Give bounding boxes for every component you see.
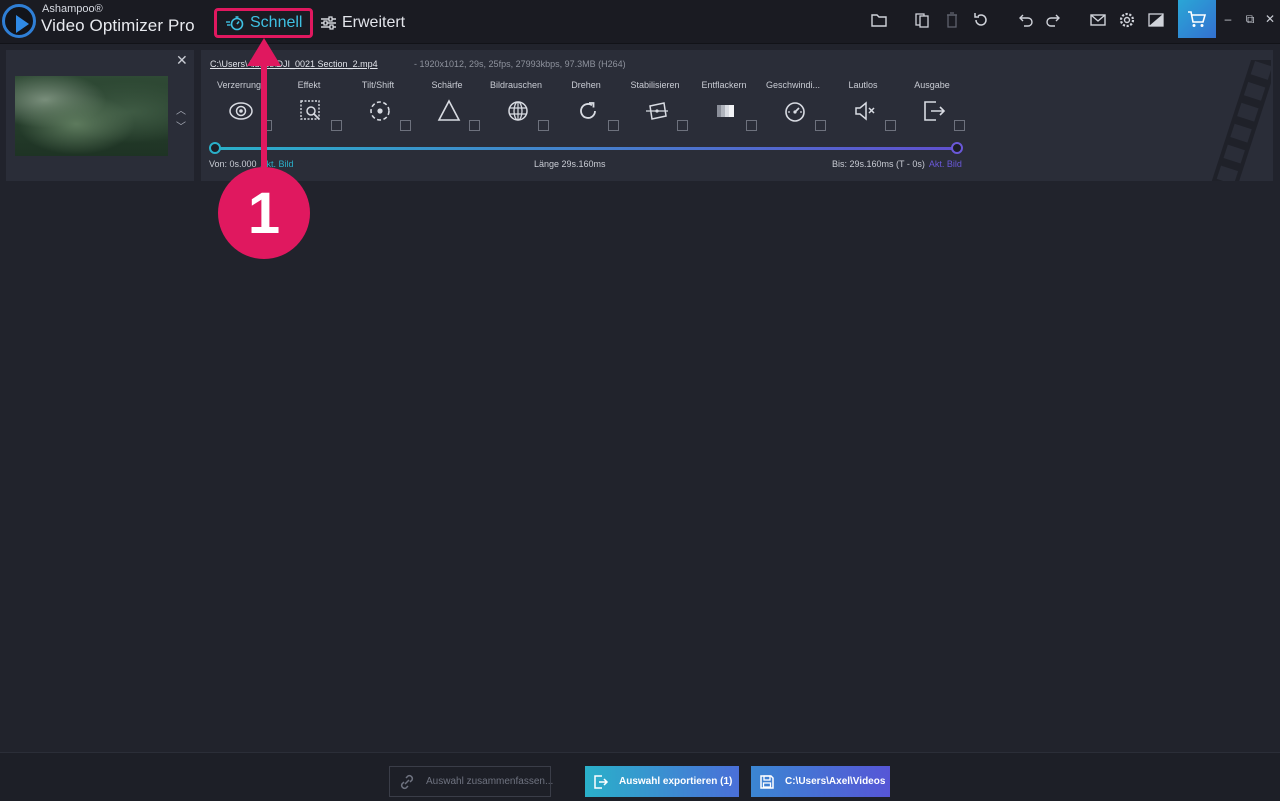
tool-stabilize[interactable]: Stabilisieren — [620, 80, 690, 135]
tool-label: Stabilisieren — [630, 80, 680, 90]
trim-to: Bis: 29s.160ms (T - 0s) Akt. Bild — [832, 159, 962, 169]
globe-icon — [505, 98, 531, 124]
brand-vendor: Ashampoo® — [42, 3, 103, 15]
tool-rotate[interactable]: Drehen — [551, 80, 621, 135]
move-down-icon[interactable]: ﹀ — [176, 118, 186, 133]
export-selection-button[interactable]: Auswahl exportieren (1) — [585, 766, 739, 797]
title-bar: Ashampoo® Video Optimizer Pro Schnell Er… — [0, 0, 1280, 44]
mail-icon[interactable] — [1087, 9, 1109, 31]
trim-end-handle[interactable] — [951, 142, 963, 154]
trim-start-handle[interactable] — [209, 142, 221, 154]
tool-output[interactable]: Ausgabe — [897, 80, 967, 135]
tab-erweitert-label: Erweitert — [342, 14, 406, 31]
trim-to-current-frame-link[interactable]: Akt. Bild — [929, 159, 962, 169]
triangle-icon — [436, 98, 462, 124]
tool-label: Drehen — [571, 80, 601, 90]
annotation-step-badge: 1 — [218, 167, 310, 259]
tool-label: Ausgabe — [914, 80, 950, 90]
tool-label: Tilt/Shift — [361, 80, 395, 90]
tool-globe[interactable]: Bildrauschen — [481, 80, 551, 135]
folder-icon[interactable] — [868, 9, 890, 31]
app-logo — [2, 4, 36, 38]
tool-deflicker[interactable]: Entflackern — [689, 80, 759, 135]
tool-label: Entflackern — [701, 80, 747, 90]
tool-checkbox[interactable] — [954, 120, 965, 131]
merge-selection-button[interactable]: Auswahl zusammenfassen... — [389, 766, 554, 797]
tool-checkbox[interactable] — [400, 120, 411, 131]
link-icon — [400, 774, 414, 789]
tool-label: Geschwindi... — [765, 80, 821, 90]
export-selection-label: Auswahl exportieren (1) — [619, 776, 733, 787]
tool-checkbox[interactable] — [815, 120, 826, 131]
clip-tools-panel: C:\Users\ \ideos\DJI_0021 Section_2.mp4 … — [201, 50, 1273, 181]
tool-checkbox[interactable] — [677, 120, 688, 131]
tab-schnell[interactable]: Schnell — [214, 8, 313, 38]
tool-tiltshift[interactable]: Tilt/Shift — [343, 80, 413, 135]
reset-icon[interactable] — [970, 9, 992, 31]
clip-file-path[interactable]: C:\Users\ \ideos\DJI_0021 Section_2.mp4 — [210, 59, 378, 69]
export-icon — [594, 774, 609, 789]
tool-label: Schärfe — [431, 80, 463, 90]
filmstrip-decoration — [1211, 60, 1271, 181]
cart-icon — [1188, 11, 1207, 27]
rotate-icon — [575, 98, 601, 124]
cart-button[interactable] — [1178, 0, 1216, 38]
tool-label: Effekt — [297, 80, 321, 90]
tool-checkbox[interactable] — [469, 120, 480, 131]
deflicker-icon — [713, 98, 739, 124]
trim-timeline[interactable] — [215, 147, 957, 150]
theme-icon[interactable] — [1145, 9, 1167, 31]
tool-mute[interactable]: Lautlos — [828, 80, 898, 135]
trim-to-label: Bis: 29s.160ms (T - 0s) — [832, 159, 925, 169]
tool-label: Lautlos — [848, 80, 878, 90]
annotation-arrow — [261, 62, 267, 174]
eye-icon — [228, 98, 254, 124]
tool-checkbox[interactable] — [331, 120, 342, 131]
tab-erweitert[interactable]: Erweitert — [320, 8, 405, 38]
output-folder-button[interactable]: C:\Users\Axel\Videos — [751, 766, 890, 797]
close-button[interactable]: ✕ — [1262, 10, 1278, 28]
trash-icon[interactable] — [941, 9, 963, 31]
redo-icon[interactable] — [1043, 9, 1065, 31]
footer-bar: Auswahl zusammenfassen... Auswahl export… — [0, 752, 1280, 801]
tab-schnell-label: Schnell — [250, 14, 303, 31]
undo-icon[interactable] — [1014, 9, 1036, 31]
sliders-icon — [321, 16, 336, 30]
remove-clip-icon[interactable]: ✕ — [176, 52, 188, 69]
trim-from-label: Von: 0s.000 — [209, 159, 257, 169]
clip-thumbnail-panel: ✕ ︿ ﹀ — [6, 50, 194, 181]
save-icon — [760, 774, 774, 789]
trim-length: Länge 29s.160ms — [534, 159, 606, 169]
trim-from: Von: 0s.000 Akt. Bild — [209, 159, 294, 169]
tool-label: Bildrauschen — [489, 80, 543, 90]
tool-triangle[interactable]: Schärfe — [412, 80, 482, 135]
mute-icon — [852, 98, 878, 124]
tool-effect[interactable]: Effekt — [274, 80, 344, 135]
effect-icon — [298, 98, 324, 124]
output-folder-label: C:\Users\Axel\Videos — [785, 776, 886, 787]
gear-icon[interactable] — [1116, 9, 1138, 31]
stopwatch-icon — [226, 16, 244, 31]
clip-thumbnail[interactable] — [15, 76, 168, 156]
tiltshift-icon — [367, 98, 393, 124]
app-title: Video Optimizer Pro — [41, 16, 195, 35]
minimize-button[interactable]: – — [1220, 10, 1236, 28]
restore-button[interactable]: ⧉ — [1242, 10, 1258, 28]
tool-checkbox[interactable] — [538, 120, 549, 131]
tool-speedometer[interactable]: Geschwindi... — [758, 80, 828, 135]
tool-checkbox[interactable] — [746, 120, 757, 131]
move-up-icon[interactable]: ︿ — [176, 102, 186, 117]
output-icon — [921, 98, 947, 124]
clip-file-meta: - 1920x1012, 29s, 25fps, 27993kbps, 97.3… — [414, 59, 626, 69]
merge-selection-label: Auswahl zusammenfassen... — [426, 776, 554, 787]
stabilize-icon — [644, 98, 670, 124]
tool-checkbox[interactable] — [608, 120, 619, 131]
copy-icon[interactable] — [911, 9, 933, 31]
speedometer-icon — [782, 98, 808, 124]
tool-checkbox[interactable] — [885, 120, 896, 131]
